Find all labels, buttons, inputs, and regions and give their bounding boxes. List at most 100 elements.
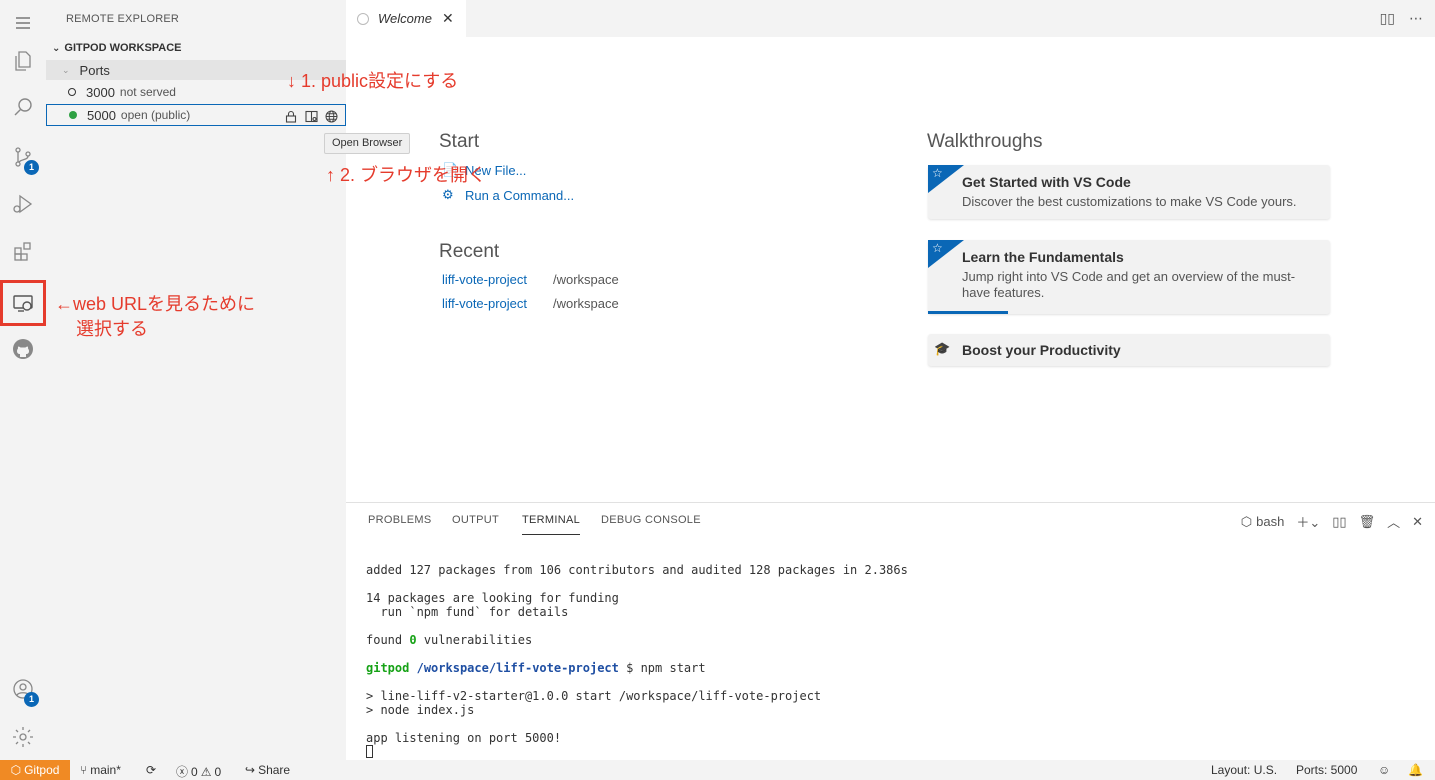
welcome-tab-icon — [357, 12, 369, 25]
split-terminal-icon[interactable]: ▯▯ — [1332, 514, 1346, 530]
tab-label: Welcome — [378, 11, 432, 26]
recent-item-name[interactable]: liff-vote-project — [442, 272, 527, 287]
warning-count: 0 — [214, 764, 222, 779]
terminal-line: > line-liff-v2-starter@1.0.0 start /work… — [366, 689, 822, 703]
port-status: open (public) — [120, 108, 191, 122]
run-command-link[interactable]: Run a Command... — [465, 188, 574, 203]
terminal-shell-selector[interactable]: ⬡ bash — [1241, 514, 1285, 530]
walkthrough-card-get-started[interactable]: ☆ Get Started with VS Code Discover the … — [928, 165, 1330, 219]
keyboard-layout-status[interactable]: Layout: U.S. — [1211, 763, 1277, 777]
graduation-cap-icon: 🎓 — [934, 341, 951, 356]
recent-item-name[interactable]: liff-vote-project — [442, 296, 527, 311]
split-editor-icon[interactable]: ▯▯ — [1380, 10, 1395, 27]
globe-icon[interactable] — [323, 108, 339, 124]
extensions-icon[interactable] — [0, 228, 46, 274]
open-browser-tooltip: Open Browser — [324, 133, 411, 154]
status-bar: ⬡ Gitpod ⑂ main* ⟳ ⓧ 0 ⚠ 0 ↪ Share Layou… — [0, 760, 1435, 780]
run-debug-icon[interactable] — [0, 181, 46, 227]
tab-problems[interactable]: PROBLEMS — [368, 514, 432, 526]
notifications-bell-icon[interactable]: 🔔 — [1408, 763, 1423, 777]
remote-explorer-icon[interactable] — [0, 280, 46, 326]
prompt-user: gitpod — [366, 661, 410, 675]
vulnerability-count: 0 — [409, 633, 417, 647]
open-preview-icon[interactable] — [303, 108, 319, 124]
walkthrough-progress-bar — [928, 311, 1009, 314]
editor-tabs: Welcome ✕ ▯▯ ⋯ — [346, 0, 1435, 37]
gitpod-icon: ⬡ — [10, 763, 22, 777]
terminal-icon: ⬡ — [1240, 513, 1253, 529]
port-actions — [283, 108, 339, 124]
annotation-select-line1: ←web URLを見るために — [55, 294, 256, 314]
lock-icon[interactable] — [283, 108, 299, 124]
recent-heading: Recent — [439, 241, 500, 262]
close-panel-icon[interactable]: ✕ — [1412, 514, 1423, 530]
share-status[interactable]: ↪ Share — [245, 763, 290, 777]
star-icon: ☆ — [932, 166, 943, 180]
branch-status[interactable]: ⑂ main* — [80, 763, 121, 777]
branch-icon: ⑂ — [80, 763, 88, 777]
annotation-step1: ↓ 1. public設定にする — [287, 71, 459, 91]
sidebar-title: REMOTE EXPLORER — [66, 13, 180, 25]
more-actions-icon[interactable]: ⋯ — [1409, 10, 1423, 27]
terminal-output[interactable]: added 127 packages from 106 contributors… — [366, 563, 908, 759]
search-icon[interactable] — [0, 84, 46, 130]
share-label: Share — [258, 763, 291, 777]
shell-name: bash — [1256, 514, 1285, 529]
terminal-cursor — [366, 745, 373, 758]
command-palette-icon: ⚙ — [442, 187, 454, 202]
star-icon: ☆ — [932, 241, 943, 255]
explorer-icon[interactable] — [0, 38, 46, 84]
terminal-prompt-line: gitpod /workspace/liff-vote-project $ np… — [366, 661, 908, 675]
ports-label: Ports — [79, 62, 110, 78]
chevron-down-icon: ⌄ — [62, 64, 70, 75]
problems-status[interactable]: ⓧ 0 ⚠ 0 — [176, 763, 221, 780]
activity-bar: 1 1 — [0, 0, 46, 760]
terminal-text: vulnerabilities — [416, 633, 533, 647]
tab-debug-console[interactable]: DEBUG CONSOLE — [601, 514, 701, 526]
walkthroughs-heading: Walkthroughs — [927, 131, 1043, 152]
chevron-up-icon[interactable]: ︿ — [1387, 512, 1400, 531]
feedback-icon[interactable]: ☺ — [1378, 763, 1390, 777]
sync-icon[interactable]: ⟳ — [146, 763, 156, 777]
walkthrough-card-fundamentals[interactable]: ☆ Learn the Fundamentals Jump right into… — [928, 240, 1330, 314]
port-row-5000[interactable]: 5000 open (public) — [46, 104, 346, 126]
card-title: Get Started with VS Code — [962, 174, 1131, 190]
error-count: 0 — [191, 764, 198, 779]
tab-terminal[interactable]: TERMINAL — [522, 514, 581, 535]
walkthrough-card-productivity[interactable]: 🎓 Boost your Productivity — [928, 334, 1330, 366]
card-title: Learn the Fundamentals — [962, 249, 1124, 265]
port-number: 3000 — [86, 84, 115, 100]
source-control-icon[interactable]: 1 — [0, 134, 46, 180]
card-description: Jump right into VS Code and get an overv… — [962, 269, 1296, 300]
close-icon[interactable]: ✕ — [442, 10, 454, 27]
recent-item-path: /workspace — [553, 296, 619, 311]
terminal-line: run `npm fund` for details — [366, 605, 569, 619]
bottom-panel: PROBLEMS OUTPUT TERMINAL DEBUG CONSOLE ⬡… — [346, 502, 1435, 760]
annotation-select-line2: 選択する — [76, 319, 148, 339]
tab-welcome[interactable]: Welcome ✕ — [346, 0, 466, 37]
new-terminal-icon[interactable]: ＋⌄ — [1296, 512, 1320, 531]
accounts-icon[interactable]: 1 — [0, 666, 46, 712]
accounts-badge: 1 — [24, 692, 39, 707]
ports-status[interactable]: Ports: 5000 — [1296, 763, 1357, 777]
gitpod-status-button[interactable]: ⬡ Gitpod — [0, 760, 70, 780]
warning-icon: ⚠ — [200, 764, 212, 779]
panel-actions: ⬡ bash ＋⌄ ▯▯ 🗑 ︿ ✕ — [1241, 512, 1423, 531]
settings-gear-icon[interactable] — [0, 714, 46, 760]
chevron-down-icon: ⌄ — [52, 42, 61, 54]
branch-name: main* — [90, 763, 121, 777]
error-icon: ⓧ — [176, 765, 189, 779]
tab-output[interactable]: OUTPUT — [452, 514, 499, 526]
terminal-line: found 0 vulnerabilities — [366, 633, 908, 647]
prompt-path: /workspace/liff-vote-project — [416, 661, 619, 675]
section-label: GITPOD WORKSPACE — [64, 42, 182, 54]
port-status-icon — [68, 88, 76, 96]
card-title: Boost your Productivity — [962, 342, 1121, 358]
trash-icon[interactable]: 🗑 — [1359, 514, 1376, 530]
gitpod-workspace-section[interactable]: ⌄ GITPOD WORKSPACE — [46, 38, 346, 58]
github-icon[interactable] — [0, 326, 46, 372]
prompt-command: $ npm start — [618, 661, 706, 675]
terminal-line: 14 packages are looking for funding — [366, 591, 619, 605]
terminal-line: added 127 packages from 106 contributors… — [366, 563, 908, 577]
share-icon: ↪ — [245, 763, 256, 777]
